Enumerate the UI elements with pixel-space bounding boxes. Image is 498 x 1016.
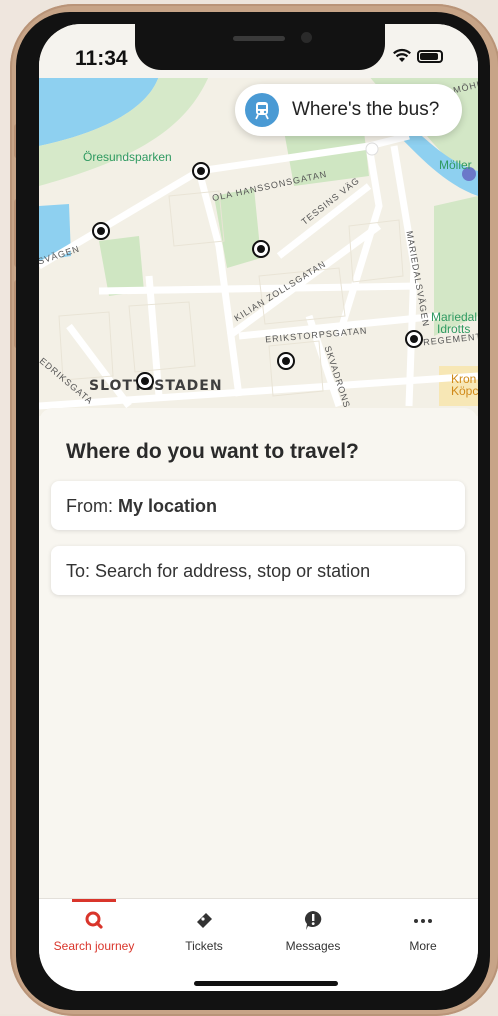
to-placeholder: Search for address, stop or station — [95, 561, 371, 581]
from-label: From: — [66, 496, 113, 516]
journey-search-panel: Where do you want to travel? From: My lo… — [39, 408, 478, 898]
status-time: 11:34 — [75, 47, 128, 70]
battery-icon — [417, 50, 443, 63]
bus-stop-marker[interactable] — [136, 372, 154, 390]
camera — [301, 32, 312, 43]
map-district-label: SLOTTSSTADEN — [89, 378, 223, 394]
bus-stop-marker[interactable] — [92, 222, 110, 240]
bottom-tab-bar: Search journey Tickets Messages More — [39, 898, 478, 991]
app-screen: 11:34 Öresundsparken Möller Mariedal Idr… — [39, 24, 478, 991]
message-icon — [304, 911, 322, 930]
wifi-icon — [393, 48, 411, 62]
ticket-icon — [197, 913, 212, 928]
to-field[interactable]: To: Search for address, stop or station — [51, 546, 465, 595]
speaker — [233, 36, 285, 41]
bus-stop-marker[interactable] — [192, 162, 210, 180]
map-place-kopc: Köpc — [451, 384, 478, 398]
tab-label: More — [409, 939, 437, 953]
notch — [135, 24, 385, 70]
tab-messages[interactable]: Messages — [258, 899, 368, 959]
home-indicator[interactable] — [194, 981, 338, 986]
wheres-the-bus-label: Where's the bus? — [292, 99, 440, 120]
bus-stop-marker[interactable] — [405, 330, 423, 348]
from-value: My location — [118, 496, 218, 516]
bus-stop-marker[interactable] — [252, 240, 270, 258]
panel-title: Where do you want to travel? — [66, 440, 359, 463]
map-place-moller: Möller — [439, 158, 472, 172]
from-field-text: From: My location — [66, 496, 217, 517]
tab-search-journey[interactable]: Search journey — [39, 899, 149, 959]
tram-icon — [245, 93, 279, 127]
bus-stop-marker[interactable] — [277, 352, 295, 370]
active-tab-indicator — [72, 899, 116, 902]
more-icon — [414, 919, 432, 923]
to-field-text: To: Search for address, stop or station — [66, 561, 370, 582]
to-label: To: — [66, 561, 91, 581]
tab-label: Tickets — [185, 939, 223, 953]
tab-tickets[interactable]: Tickets — [149, 899, 259, 959]
tab-label: Messages — [285, 939, 341, 953]
status-bar: 11:34 — [39, 24, 478, 78]
search-icon — [85, 911, 103, 929]
tab-more[interactable]: More — [368, 899, 478, 959]
map-place-oresundsparken: Öresundsparken — [83, 150, 172, 164]
from-field[interactable]: From: My location — [51, 481, 465, 530]
tab-label: Search journey — [53, 939, 135, 953]
wheres-the-bus-button[interactable]: Where's the bus? — [235, 84, 462, 136]
